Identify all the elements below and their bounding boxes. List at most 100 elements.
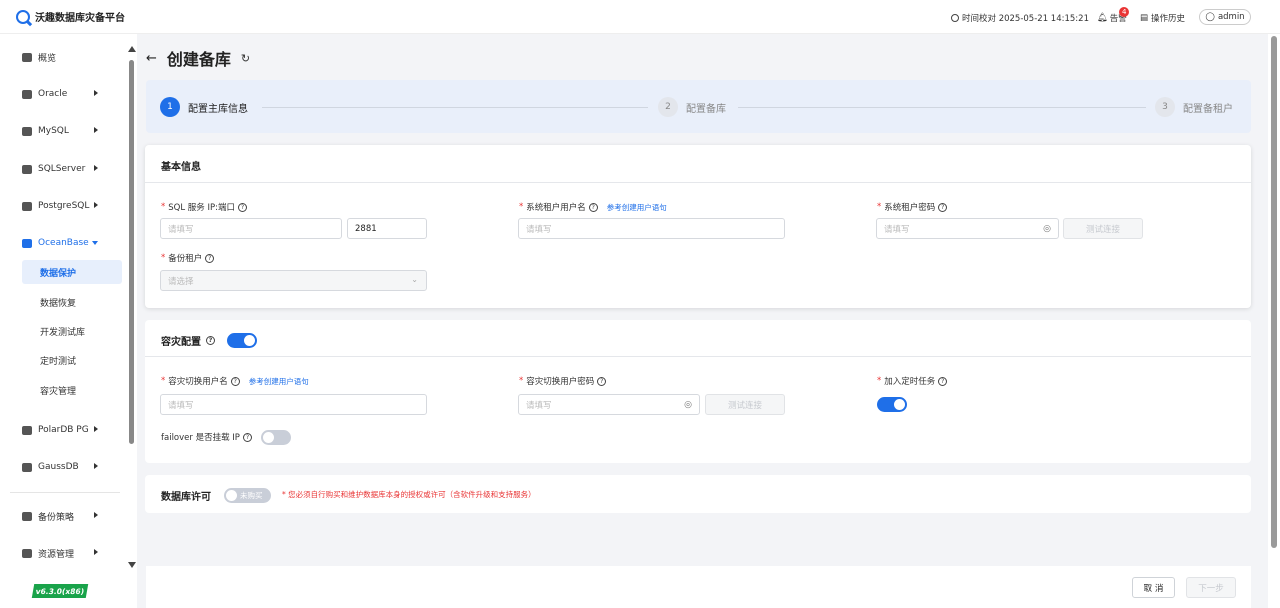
policy-icon: [22, 511, 32, 521]
help-icon[interactable]: ?: [597, 376, 607, 386]
database-icon: [22, 425, 32, 435]
sidebar-item-sqlserver[interactable]: SQLServer: [22, 160, 122, 178]
test-connection-button[interactable]: 测试连接: [1063, 218, 1143, 239]
step-label: 配置备租户: [1183, 103, 1233, 115]
step-1: 1 配置主库信息: [160, 97, 248, 117]
schedule-task-toggle[interactable]: [877, 397, 907, 412]
user-menu[interactable]: ◯ admin: [1199, 9, 1251, 25]
help-icon[interactable]: ?: [205, 253, 215, 263]
switch-user-input[interactable]: 请填写: [160, 394, 427, 415]
sidebar-item-oceanbase[interactable]: OceanBase: [22, 234, 122, 252]
eye-off-icon[interactable]: ◎: [684, 400, 692, 410]
label-text: 加入定时任务: [884, 377, 936, 387]
history-button[interactable]: ▤ 操作历史: [1140, 12, 1185, 24]
sidebar-item-label: 备份策略: [38, 512, 75, 523]
sidebar-subitem-dev-test[interactable]: 开发测试库: [22, 319, 122, 343]
step-label: 配置主库信息: [188, 103, 248, 115]
chevron-down-icon: ⌄: [411, 275, 418, 284]
sidebar-item-label: 概览: [38, 53, 57, 64]
sys-user-label: * 系统租户用户名 ? 参考创建用户语句: [519, 201, 667, 213]
eye-off-icon[interactable]: ◎: [1043, 224, 1051, 234]
sidebar-item-backup-policy[interactable]: 备份策略: [22, 507, 122, 525]
sidebar-subitem-data-recovery[interactable]: 数据恢复: [22, 290, 122, 314]
database-icon: [22, 462, 32, 472]
bar-chart-icon: [22, 52, 32, 62]
chevron-down-icon: [92, 241, 98, 245]
scroll-thumb[interactable]: [129, 60, 134, 444]
help-icon[interactable]: ?: [206, 336, 215, 345]
bell-icon: 🔔︎: [1097, 13, 1108, 23]
sidebar-item-overview[interactable]: 概览: [22, 48, 122, 66]
dr-config-title: 容灾配置 ?: [161, 333, 215, 348]
scroll-thumb[interactable]: [1271, 36, 1277, 548]
sidebar-item-polardb-pg[interactable]: PolarDB PG: [22, 421, 122, 439]
sidebar-item-resource-management[interactable]: 资源管理: [22, 544, 122, 562]
history-icon: ▤: [1140, 13, 1149, 23]
label-text: SQL 服务 IP:端口: [168, 203, 235, 213]
sidebar-item-label: SQLServer: [38, 164, 86, 174]
refresh-icon[interactable]: ↻: [241, 52, 250, 65]
database-icon: [22, 126, 32, 136]
test-connection-button[interactable]: 测试连接: [705, 394, 785, 415]
create-user-sql-link[interactable]: 参考创建用户语句: [607, 202, 667, 213]
label-text: 容灾切换用户密码: [526, 377, 595, 387]
app-name: 沃趣数据库灾备平台: [35, 13, 125, 24]
next-button[interactable]: 下一步: [1186, 577, 1236, 598]
alert-button[interactable]: 🔔︎ 告警 4: [1097, 7, 1130, 24]
sidebar-subitem-label: 数据保护: [40, 268, 77, 279]
step-number: 1: [160, 97, 180, 117]
sidebar-subitem-dr-management[interactable]: 容灾管理: [22, 378, 122, 402]
create-user-sql-link[interactable]: 参考创建用户语句: [249, 376, 309, 387]
sidebar-divider: [10, 492, 120, 493]
sidebar-item-mysql[interactable]: MySQL: [22, 122, 122, 140]
sidebar-item-label: 资源管理: [38, 549, 75, 560]
required-mark: *: [161, 376, 166, 386]
toggle-knob: [263, 432, 274, 443]
help-icon[interactable]: ?: [588, 202, 598, 212]
database-icon: [22, 89, 32, 99]
switch-password-label: * 容灾切换用户密码 ?: [519, 375, 607, 387]
sidebar-item-postgresql[interactable]: PostgreSQL: [22, 197, 122, 215]
sys-password-input[interactable]: 请填写 ◎: [876, 218, 1059, 239]
sidebar-subitem-scheduled-test[interactable]: 定时测试: [22, 348, 122, 372]
scroll-down-arrow-icon[interactable]: [128, 562, 136, 568]
sidebar-subitem-data-protection[interactable]: 数据保护: [22, 260, 122, 284]
chevron-right-icon: [94, 549, 98, 555]
license-toggle[interactable]: 未购买: [224, 488, 271, 503]
user-icon: ◯: [1205, 12, 1215, 22]
help-icon[interactable]: ?: [938, 202, 948, 212]
failover-ip-label: failover 是否挂载 IP ?: [161, 431, 252, 443]
chevron-right-icon: [94, 463, 98, 469]
failover-ip-toggle[interactable]: [261, 430, 291, 445]
step-connector: [738, 107, 1146, 108]
help-icon[interactable]: ?: [242, 432, 252, 442]
sys-user-input[interactable]: 请填写: [518, 218, 785, 239]
app-logo[interactable]: 沃趣数据库灾备平台: [16, 9, 125, 24]
sidebar-item-gaussdb[interactable]: GaussDB: [22, 458, 122, 476]
license-warning: * 您必须自行购买和维护数据库本身的授权或许可（含软件升级和支持服务）: [282, 490, 536, 499]
page-scrollbar[interactable]: [1270, 34, 1278, 548]
back-arrow-icon[interactable]: ←: [146, 51, 157, 66]
logo-icon: [16, 9, 30, 24]
help-icon[interactable]: ?: [230, 376, 240, 386]
backup-tenant-select[interactable]: 请选择 ⌄: [160, 270, 427, 291]
port-input[interactable]: 2881: [347, 218, 427, 239]
required-mark: *: [519, 376, 524, 386]
label-text: 系统租户用户名: [526, 203, 586, 213]
scroll-up-arrow-icon[interactable]: [128, 46, 136, 52]
card-divider: [145, 182, 1251, 183]
dr-config-toggle[interactable]: [227, 333, 257, 348]
required-mark: *: [161, 202, 166, 212]
help-icon[interactable]: ?: [938, 376, 948, 386]
ip-input[interactable]: 请填写: [160, 218, 342, 239]
history-label: 操作历史: [1151, 14, 1186, 24]
database-icon: [22, 238, 32, 248]
chevron-right-icon: [94, 426, 98, 432]
sidebar-item-oracle[interactable]: Oracle: [22, 85, 122, 103]
switch-password-input[interactable]: 请填写 ◎: [518, 394, 700, 415]
required-mark: *: [877, 376, 882, 386]
required-mark: *: [519, 202, 524, 212]
help-icon[interactable]: ?: [237, 202, 247, 212]
sidebar-scrollbar[interactable]: [127, 44, 136, 574]
cancel-button[interactable]: 取 消: [1132, 577, 1175, 598]
